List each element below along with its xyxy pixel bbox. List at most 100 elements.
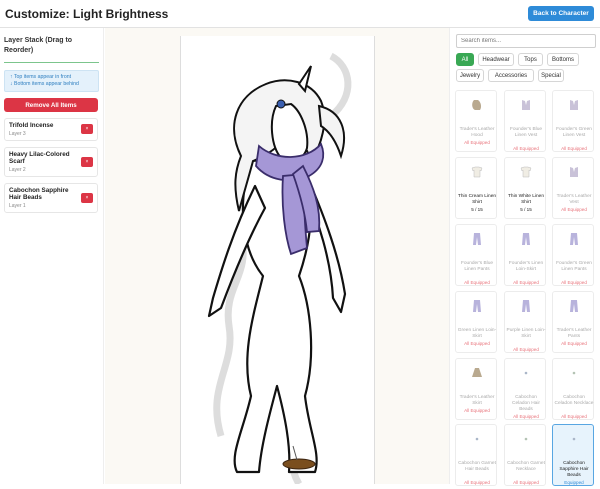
tab-all[interactable]: All xyxy=(456,53,474,66)
item-card[interactable]: Trader's Leather Skirt All Equipped xyxy=(455,358,497,420)
item-name: Cabochon Garnet Hair Beads xyxy=(458,461,496,472)
item-status: All Equipped xyxy=(513,480,539,485)
remove-layer-button[interactable]: × xyxy=(81,156,93,167)
item-name: Thin Cream Linen Shirt xyxy=(457,194,497,205)
item-card[interactable]: Founder's Green Linen Vest All Equipped xyxy=(552,90,594,152)
pants-icon xyxy=(469,298,485,314)
hint-top: ↑ Top items appear in front xyxy=(10,74,72,80)
layer-order-hint: ↑ Top items appear in front ↓ Bottom ite… xyxy=(4,70,99,92)
item-name: Founder's Green Linen Pants xyxy=(556,261,592,272)
item-status: All Equipped xyxy=(513,347,539,352)
tab-special[interactable]: Special xyxy=(538,69,564,82)
shirt-icon xyxy=(518,164,534,180)
item-status: All Equipped xyxy=(464,480,490,485)
preview-area xyxy=(105,28,449,486)
item-name: Trader's Leather Pants xyxy=(556,328,592,339)
item-name: Founder's Blue Linen Vest xyxy=(509,127,543,138)
item-name: Cabochon Celadon Necklace xyxy=(554,395,594,406)
hint-bottom: ↓ Bottom items appear behind xyxy=(10,81,79,87)
item-card[interactable]: Founder's Green Linen Pants All Equipped xyxy=(552,224,594,286)
item-status: All Equipped xyxy=(513,414,539,419)
item-name: Cabochon Celadon Hair Beads xyxy=(512,395,540,412)
item-browser: All Headwear Tops Bottoms Jewelry Access… xyxy=(449,28,600,486)
item-card[interactable]: Trader's Leather Pants All Equipped xyxy=(552,291,594,353)
item-name: Purple Linen Loin-Skirt xyxy=(506,328,546,339)
top-bar: Customize: Light Brightness Back to Char… xyxy=(0,0,600,28)
beads-icon xyxy=(518,365,534,381)
hood-icon xyxy=(469,97,485,113)
layer-card[interactable]: Cabochon Sapphire Hair Beads Layer 1 × xyxy=(4,182,98,213)
layer-name: Trifold Incense xyxy=(9,122,54,129)
item-card[interactable]: Trader's Leather Vest All Equipped xyxy=(552,157,594,219)
item-status: All Equipped xyxy=(561,341,587,346)
item-name: Trader's Leather Skirt xyxy=(459,395,495,406)
item-status: All Equipped xyxy=(464,280,490,285)
item-card[interactable]: Founder's Blue Linen Pants All Equipped xyxy=(455,224,497,286)
vest-icon xyxy=(566,97,582,113)
beads-icon xyxy=(566,431,582,447)
item-card[interactable]: Thin White Linen Shirt 5 / 15 xyxy=(504,157,546,219)
item-status: All Equipped xyxy=(464,408,490,413)
item-card[interactable]: Green Linen Loin-Skirt All Equipped xyxy=(455,291,497,353)
page-title: Customize: Light Brightness xyxy=(5,7,169,21)
beads-icon xyxy=(469,431,485,447)
remove-layer-button[interactable]: × xyxy=(81,124,93,135)
item-card[interactable]: Founder's Blue Linen Vest All Equipped xyxy=(504,90,546,152)
item-name: Cabochon Sapphire Hair Beads xyxy=(559,461,589,478)
item-name: Founder's Blue Linen Pants xyxy=(460,261,494,272)
search-input[interactable] xyxy=(456,34,596,48)
item-status: All Equipped xyxy=(513,146,539,151)
item-card[interactable]: Purple Linen Loin-Skirt All Equipped xyxy=(504,291,546,353)
item-status: Equipped xyxy=(564,480,584,485)
skirt-icon xyxy=(469,365,485,381)
item-name: Green Linen Loin-Skirt xyxy=(457,328,497,339)
tab-bottoms[interactable]: Bottoms xyxy=(547,53,579,66)
item-card[interactable]: Founder's Linen Loin-Skirt All Equipped xyxy=(504,224,546,286)
item-name: Founder's Linen Loin-Skirt xyxy=(508,261,544,272)
item-card[interactable]: Trader's Leather Hood All Equipped xyxy=(455,90,497,152)
remove-layer-button[interactable]: × xyxy=(81,192,93,203)
layer-number: Layer 1 xyxy=(9,202,26,209)
item-card[interactable]: Cabochon Celadon Necklace All Equipped xyxy=(552,358,594,420)
item-status: All Equipped xyxy=(464,140,490,145)
item-status: 5 / 15 xyxy=(520,207,532,212)
item-name: Founder's Green Linen Vest xyxy=(556,127,592,138)
remove-all-items-button[interactable]: Remove All Items xyxy=(4,98,98,112)
item-status: All Equipped xyxy=(561,207,587,212)
tab-headwear[interactable]: Headwear xyxy=(478,53,514,66)
tab-jewelry[interactable]: Jewelry xyxy=(456,69,484,82)
item-status: All Equipped xyxy=(561,280,587,285)
character-canvas xyxy=(180,36,375,486)
layer-panel: Layer Stack (Drag to Reorder) ↑ Top item… xyxy=(0,28,104,484)
back-to-character-button[interactable]: Back to Character xyxy=(528,6,594,21)
item-name: Trader's Leather Vest xyxy=(556,194,592,205)
tab-accessories[interactable]: Accessories xyxy=(488,69,534,82)
layer-name: Cabochon Sapphire Hair Beads xyxy=(9,186,69,202)
item-card[interactable]: Cabochon Garnet Hair Beads All Equipped xyxy=(455,424,497,486)
item-card[interactable]: Cabochon Sapphire Hair Beads Equipped xyxy=(552,424,594,486)
layer-panel-title: Layer Stack (Drag to Reorder) xyxy=(4,36,99,63)
item-name: Trader's Leather Hood xyxy=(459,127,495,138)
pants-icon xyxy=(518,298,534,314)
layer-number: Layer 2 xyxy=(9,166,26,173)
pants-icon xyxy=(518,231,534,247)
item-name: Thin White Linen Shirt xyxy=(508,194,544,205)
necklace-icon xyxy=(566,365,582,381)
layer-name: Heavy Lilac-Colored Scarf xyxy=(9,150,70,166)
shirt-icon xyxy=(469,164,485,180)
pants-icon xyxy=(469,231,485,247)
item-status: 5 / 15 xyxy=(471,207,483,212)
item-status: All Equipped xyxy=(513,280,539,285)
vest-icon xyxy=(566,164,582,180)
layer-card[interactable]: Trifold Incense Layer 3 × xyxy=(4,118,98,141)
item-status: All Equipped xyxy=(561,414,587,419)
character-illustration xyxy=(207,52,352,486)
layer-card[interactable]: Heavy Lilac-Colored Scarf Layer 2 × xyxy=(4,146,98,177)
tab-tops[interactable]: Tops xyxy=(518,53,543,66)
vest-icon xyxy=(518,97,534,113)
item-card[interactable]: Thin Cream Linen Shirt 5 / 15 xyxy=(455,157,497,219)
item-card[interactable]: Cabochon Celadon Hair Beads All Equipped xyxy=(504,358,546,420)
pants-icon xyxy=(566,298,582,314)
item-status: All Equipped xyxy=(464,341,490,346)
item-card[interactable]: Cabochon Garnet Necklace All Equipped xyxy=(504,424,546,486)
